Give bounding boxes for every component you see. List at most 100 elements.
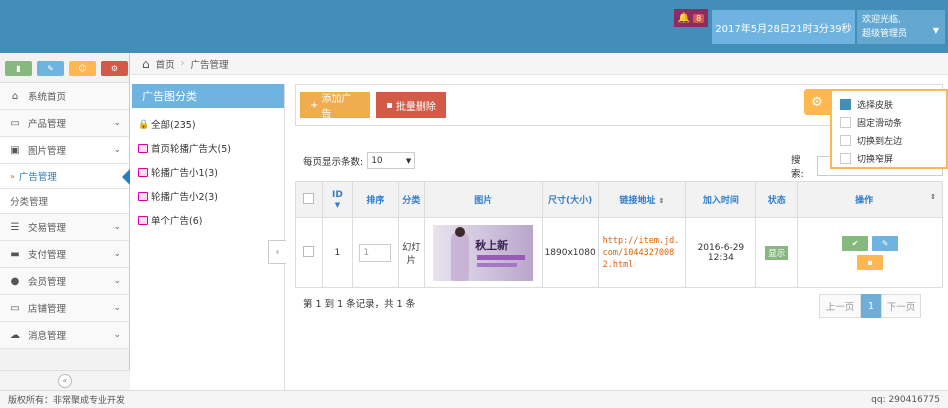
fixed-scrollbar-option[interactable]: 固定滑动条 [840, 113, 938, 131]
double-angle-left-icon[interactable]: « [58, 373, 72, 388]
sidebar-item-label: 会员管理 [28, 277, 67, 288]
row-link[interactable]: http://item.jd.com/10443270082.html [597, 217, 687, 288]
checkbox[interactable] [840, 152, 851, 164]
page-1-button[interactable]: 1 [861, 294, 881, 318]
notification-button[interactable]: 🔔 8 [674, 9, 708, 27]
category-item[interactable]: 轮播广告小2(3) [132, 184, 284, 208]
sort-down-icon: ▼ [334, 200, 341, 209]
chevron-down-icon: ⌄ [113, 249, 121, 259]
sidebar-item-products[interactable]: ▭ 产品管理 ⌄ [0, 110, 129, 137]
breadcrumb-current: 广告管理 [190, 59, 229, 71]
skin-color-swatch[interactable] [840, 98, 851, 110]
notification-badge: 8 [693, 13, 705, 23]
category-label: 轮播广告小1(3) [151, 168, 219, 179]
page-size-label: 每页显示条数: [303, 156, 364, 168]
breadcrumb-home[interactable]: 首页 [156, 57, 175, 71]
plus-icon: + [310, 99, 319, 111]
sidebar-item-label: 交易管理 [28, 223, 67, 234]
sidebar-item-label: 产品管理 [28, 119, 67, 130]
delete-button[interactable]: ▪ [857, 254, 884, 270]
row-checkbox[interactable] [303, 245, 315, 257]
sidebar-item-trade[interactable]: ☰ 交易管理 ⌄ [0, 214, 129, 241]
user-icon: ● [10, 275, 20, 287]
add-ad-label: 添加广告 [321, 94, 352, 120]
sidebar-item-stores[interactable]: ▭ 店铺管理 ⌄ [0, 295, 129, 322]
column-header-link[interactable]: 链接地址 ⇕ [597, 181, 687, 218]
sidebar-item-members[interactable]: ● 会员管理 ⌄ [0, 268, 129, 295]
card-icon: ▬ [10, 248, 20, 260]
skin-option-label: 选择皮肤 [857, 100, 894, 111]
category-item[interactable]: 首页轮播广告大(5) [132, 136, 284, 160]
narrow-screen-option[interactable]: 切换窄屏 [840, 149, 938, 167]
users-icon[interactable]: ☺ [69, 61, 96, 76]
table-header-row: ID ▼ 排序 分类 图片 尺寸(大小) 链接地址 ⇕ 加入时间 状态 操作 ⇕ [295, 181, 943, 218]
checkbox[interactable] [840, 134, 851, 146]
column-header-sort: 排序 [351, 181, 399, 218]
breadcrumb-separator: › [180, 58, 185, 69]
user-greeting: 欢迎光临, [862, 15, 901, 25]
sidebar-item-label: 消息管理 [28, 331, 67, 342]
category-label: 首页轮播广告大(5) [151, 144, 231, 155]
user-menu[interactable]: 欢迎光临, 超级管理员 ▼ [857, 10, 945, 44]
user-role: 超级管理员 [862, 29, 908, 39]
row-image-cell: 秋上新 [423, 217, 543, 288]
sidebar-item-payment[interactable]: ▬ 支付管理 ⌄ [0, 241, 129, 268]
column-header-id[interactable]: ID ▼ [321, 181, 353, 218]
settings-toggle-button[interactable]: ⚙ [804, 89, 830, 115]
status-badge: 显示 [765, 245, 789, 260]
pencil-icon[interactable]: ✎ [37, 61, 64, 76]
row-size: 1890x1080 [541, 217, 599, 288]
edit-button[interactable]: ✎ [872, 235, 899, 251]
signal-icon[interactable]: ▮ [5, 61, 32, 76]
thumbnail-text: 秋上新 [475, 238, 509, 252]
ads-table: ID ▼ 排序 分类 图片 尺寸(大小) 链接地址 ⇕ 加入时间 状态 操作 ⇕ … [295, 181, 943, 288]
chevron-down-icon: ⌄ [113, 330, 121, 340]
table-row: 1 1 幻灯片 秋上新 1890x1080 http://item.jd.com… [295, 217, 943, 288]
sort-input[interactable]: 1 [359, 243, 392, 262]
next-page-button[interactable]: 下一页 [881, 294, 921, 318]
row-sort-cell: 1 [351, 217, 399, 288]
switch-left-option[interactable]: 切换到左边 [840, 131, 938, 149]
sidebar-subitem-ads[interactable]: » 广告管理 [0, 164, 130, 189]
checkbox[interactable] [840, 116, 851, 128]
panel-toggle-button[interactable]: ‹ [268, 240, 286, 264]
sidebar-item-pictures[interactable]: ▣ 图片管理 ⌄ [0, 137, 129, 164]
sidebar-subitem-categories[interactable]: 分类管理 [0, 189, 129, 214]
prev-page-button[interactable]: 上一页 [819, 294, 861, 318]
skin-option[interactable]: 选择皮肤 [840, 95, 938, 113]
sidebar-item-label: 系统首页 [28, 92, 67, 103]
category-item[interactable]: 轮播广告小1(3) [132, 160, 284, 184]
category-panel: 广告图分类 🔒 全部(235) 首页轮播广告大(5) 轮播广告小1(3) 轮播广… [132, 84, 285, 390]
list-icon: ☰ [10, 221, 20, 233]
add-ad-button[interactable]: + 添加广告 [300, 92, 370, 120]
row-id: 1 [321, 217, 353, 288]
chevron-down-icon: ⌄ [113, 118, 121, 128]
sidebar-item-home[interactable]: ⌂ 系统首页 [0, 83, 129, 110]
approve-button[interactable]: ✔ [842, 235, 869, 251]
column-header-category: 分类 [397, 181, 425, 218]
chevron-down-icon: ⌄ [113, 276, 121, 286]
skin-settings-panel: 选择皮肤 固定滑动条 切换到左边 切换窄屏 [830, 89, 948, 169]
row-actions: ✔ ✎ ▪ [797, 217, 943, 288]
chevron-down-icon: ⌄ [113, 222, 121, 232]
batch-delete-button[interactable]: ▪ 批量删除 [376, 92, 446, 118]
pagination-info: 第 1 到 1 条记录，共 1 条 [303, 299, 416, 310]
sidebar-item-messages[interactable]: ☁ 消息管理 ⌄ [0, 322, 129, 349]
category-item-all[interactable]: 🔒 全部(235) [132, 112, 284, 136]
ad-thumbnail[interactable]: 秋上新 [433, 224, 534, 281]
sidebar-subitem-label: 分类管理 [10, 197, 49, 208]
thumbnail-banner [477, 254, 526, 260]
category-item[interactable]: 单个广告(6) [132, 208, 284, 232]
home-icon: ⌂ [142, 56, 150, 71]
column-header-actions[interactable]: 操作 ⇕ [797, 181, 943, 218]
sidebar: ▮ ✎ ☺ ⚙ ⌂ 系统首页 ▭ 产品管理 ⌄ ▣ 图片管理 ⌄ » 广告管理 … [0, 53, 130, 390]
select-all-header [295, 181, 323, 218]
option-label: 固定滑动条 [857, 118, 903, 129]
caret-down-icon: ▼ [932, 26, 939, 35]
option-label: 切换到左边 [857, 136, 903, 147]
chevron-left-icon: ‹ [275, 246, 280, 258]
page-size-control: 每页显示条数: 10 ▼ [303, 152, 416, 169]
cogs-icon[interactable]: ⚙ [101, 61, 128, 76]
page-size-select[interactable]: 10 ▼ [367, 152, 416, 169]
select-all-checkbox[interactable] [303, 192, 315, 204]
